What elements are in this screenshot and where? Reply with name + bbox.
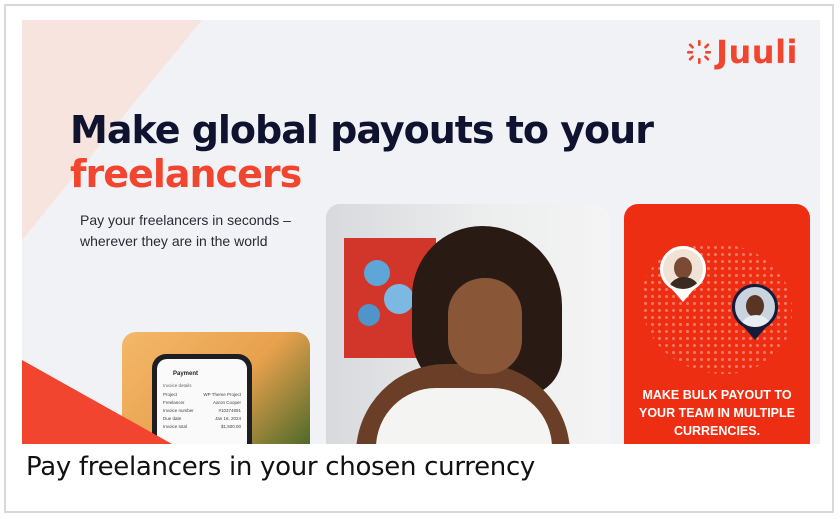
bulk-payout-card: MAKE BULK PAYOUT TO YOUR TEAM IN MULTIPL… <box>624 204 810 444</box>
headline: Make global payouts to your freelancers <box>70 108 654 196</box>
phone-row-value: WP Theme Project <box>203 392 241 397</box>
phone-row: Invoice number #10374891 <box>163 408 241 413</box>
promo-banner: Juuli Make global payouts to your freela… <box>22 20 820 444</box>
logo-wordmark: Juuli <box>716 33 798 71</box>
phone-screen-section: Invoice details <box>163 383 192 388</box>
woman-photo-card <box>326 204 610 444</box>
avatar-woman <box>674 257 692 279</box>
corner-accent-triangle <box>22 360 172 444</box>
phone-row: Due date Jan 16, 2024 <box>163 416 241 421</box>
phone-screen-title: Payment <box>173 371 199 377</box>
flower-shape <box>364 260 390 286</box>
phone-row: Invoice total $1,500.00 <box>163 424 241 429</box>
subtext: Pay your freelancers in seconds – wherev… <box>80 212 291 249</box>
phone-row-value: Aaron Cooper <box>212 400 241 405</box>
flower-shape <box>358 304 380 326</box>
phone-row-value: #10374891 <box>218 408 241 413</box>
location-pin-icon <box>732 284 778 340</box>
avatar-man-body <box>739 315 773 327</box>
image-card: Juuli Make global payouts to your freela… <box>4 4 834 513</box>
bulk-payout-text: MAKE BULK PAYOUT TO YOUR TEAM IN MULTIPL… <box>638 388 795 438</box>
avatar-woman-body <box>667 277 701 289</box>
headline-accent: freelancers <box>70 152 302 196</box>
phone-row: Freelancer Aaron Cooper <box>163 400 241 405</box>
headline-line1: Make global payouts to your <box>70 108 654 152</box>
avatar-man <box>746 295 764 317</box>
phone-row-value: Jan 16, 2024 <box>214 416 241 421</box>
juuli-logo-icon <box>687 40 712 64</box>
image-caption: Pay freelancers in your chosen currency <box>26 452 536 482</box>
juuli-logo: Juuli <box>686 36 798 68</box>
flower-shape <box>384 284 414 314</box>
person-face <box>448 278 522 374</box>
phone-row: Project WP Theme Project <box>163 392 241 397</box>
location-pin-icon <box>660 246 706 302</box>
phone-row-value: $1,500.00 <box>220 424 241 429</box>
